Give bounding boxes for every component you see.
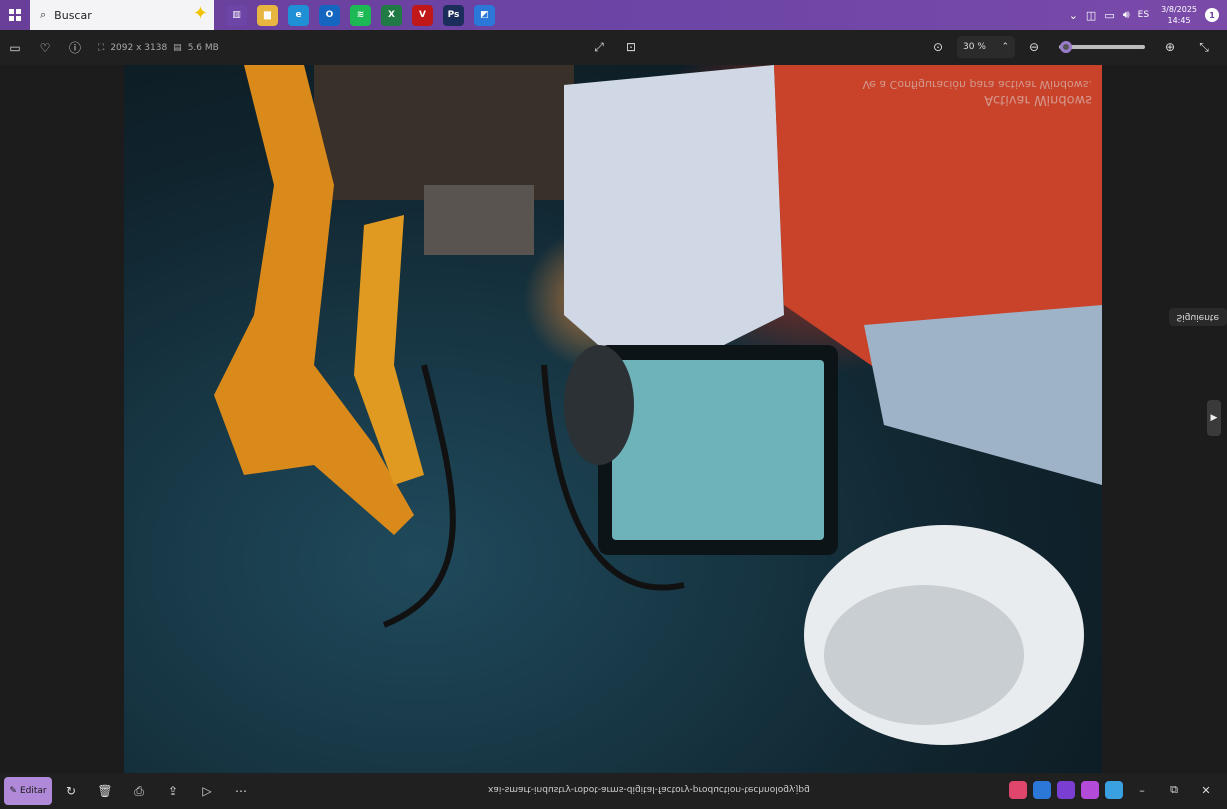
edit-tools: ↻ 🗑︎ ⎙ ⇪ ▷ ⋯ — [56, 776, 256, 806]
network-icon[interactable]: ◫ — [1086, 9, 1096, 22]
designer-icon[interactable] — [1081, 781, 1099, 799]
clipchamp-icon[interactable] — [1057, 781, 1075, 799]
viewer-toolbar: ▭ ♡ ⓘ ⛶ 2092 x 3138 ▤ 5.6 MB ⤢ ⊡ ⊙ 30 % … — [0, 30, 1227, 65]
watermark-title: Activar Windows — [984, 92, 1092, 107]
clock-date: 3/8/2025 — [1161, 5, 1197, 14]
edge-icon[interactable]: e — [288, 4, 309, 26]
close-icon[interactable]: ✕ — [1193, 777, 1219, 803]
file-name: xai-smart-industry-robot-arms-digital-fa… — [488, 784, 810, 794]
battery-icon[interactable]: ▭ — [1104, 9, 1114, 22]
copilot-icon[interactable] — [1009, 781, 1027, 799]
activation-watermark: Activar Windows Ve a Configuración para … — [862, 77, 1092, 107]
notification-badge[interactable]: 1 — [1205, 8, 1219, 22]
displayed-photo: Activar Windows Ve a Configuración para … — [124, 65, 1102, 773]
chevron-down-icon: ⌃ — [1001, 42, 1009, 52]
zoom-slider[interactable] — [1059, 41, 1145, 53]
bottom-bar: ✎ Editar ↻ 🗑︎ ⎙ ⇪ ▷ ⋯ xai-smart-industry… — [0, 773, 1227, 809]
windows-logo-icon — [9, 9, 21, 21]
vivaldi-icon[interactable]: V — [412, 4, 433, 26]
photoshop-icon[interactable]: Ps — [443, 4, 464, 26]
system-tray: ⌄ ◫ ▭ 🔊︎ ES 3/8/2025 14:45 1 — [1069, 0, 1227, 30]
spotify-icon[interactable]: ≋ — [350, 4, 371, 26]
language-indicator[interactable]: ES — [1138, 10, 1149, 20]
file-explorer-icon[interactable]: ▆ — [257, 4, 278, 26]
share-icon[interactable]: ⇪ — [158, 776, 188, 806]
glove — [564, 345, 634, 465]
machine-head — [314, 65, 574, 200]
taskbar-search[interactable]: ⌕ Buscar ✦ — [30, 0, 214, 30]
worker-arm — [864, 305, 1102, 485]
pinned-apps: ▥ ▆ e O ≋ X V Ps ◩ — [226, 4, 495, 26]
delete-icon[interactable]: 🗑︎ — [90, 776, 120, 806]
rotate-icon[interactable]: ↻ — [56, 776, 86, 806]
more-options-icon[interactable]: ⋯ — [226, 776, 256, 806]
outlook-icon[interactable]: O — [319, 4, 340, 26]
clock-time: 14:45 — [1167, 16, 1191, 25]
taskbar: ⌕ Buscar ✦ ▥ ▆ e O ≋ X V Ps ◩ ⌄ ◫ ▭ 🔊︎ ES 3/8/20… — [0, 0, 1227, 30]
fit-to-window-icon[interactable]: ⤢ — [584, 32, 614, 62]
restore-icon[interactable]: ⧉ — [1161, 777, 1187, 803]
filesize-icon: ▤ — [173, 42, 182, 53]
clock[interactable]: 3/8/2025 14:45 — [1161, 4, 1197, 26]
zoom-dropdown[interactable]: 30 % ⌃ — [957, 36, 1015, 58]
zoom-tools: ⊙ 30 % ⌃ ⊖ ⊕ ⤡ — [923, 32, 1219, 62]
dimensions-icon: ⛶ — [98, 42, 105, 53]
photo-illustration — [214, 65, 1102, 745]
actual-size-icon[interactable]: ⊡ — [616, 32, 646, 62]
slideshow-icon[interactable]: ▷ — [192, 776, 222, 806]
next-tooltip: Siguiente — [1168, 308, 1227, 326]
machine-spindle — [424, 185, 534, 255]
image-meta: ⛶ 2092 x 3138 ▤ 5.6 MB — [98, 43, 219, 53]
search-icon: ⌕ — [40, 8, 47, 21]
worker-sleeve — [564, 65, 784, 385]
image-filesize: 5.6 MB — [187, 42, 219, 53]
gallery-icon[interactable]: ▭ — [0, 33, 30, 63]
zoom-out-icon[interactable]: ⊖ — [1019, 32, 1049, 62]
bottom-right: – ⧉ ✕ — [1009, 777, 1219, 803]
zoom-slider-thumb[interactable] — [1059, 41, 1072, 53]
minimize-icon[interactable]: – — [1129, 777, 1155, 803]
photos-app-icon[interactable] — [1033, 781, 1051, 799]
next-image-button[interactable]: ▶ — [1207, 400, 1221, 436]
print-icon[interactable]: ⎙ — [124, 776, 154, 806]
search-label: Buscar — [54, 8, 92, 22]
tablet-screen — [612, 360, 824, 540]
paint-icon[interactable] — [1105, 781, 1123, 799]
watermark-subtitle: Ve a Configuración para activar Windows. — [862, 78, 1092, 91]
widgets-icon[interactable]: ▥ — [226, 4, 247, 26]
screen-capture-icon[interactable]: ⊙ — [923, 32, 953, 62]
fullscreen-icon[interactable]: ⤡ — [1189, 32, 1219, 62]
edit-label: Editar — [19, 786, 47, 796]
edit-icon: ✎ — [9, 786, 17, 796]
start-button[interactable] — [0, 0, 30, 30]
photos-icon[interactable]: ◩ — [474, 4, 495, 26]
chevron-up-icon[interactable]: ⌄ — [1069, 9, 1078, 22]
excel-icon[interactable]: X — [381, 4, 402, 26]
image-stage: Activar Windows Ve a Configuración para … — [0, 65, 1227, 773]
sparkle-icon: ✦ — [192, 3, 208, 24]
volume-icon[interactable]: 🔊︎ — [1123, 8, 1130, 22]
favorite-icon[interactable]: ♡ — [30, 33, 60, 63]
image-dimensions: 2092 x 3138 — [110, 42, 168, 53]
info-icon[interactable]: ⓘ — [60, 33, 90, 63]
edit-button[interactable]: ✎ Editar — [4, 777, 52, 805]
zoom-value: 30 % — [963, 42, 986, 52]
zoom-in-icon[interactable]: ⊕ — [1155, 32, 1185, 62]
center-tools: ⤢ ⊡ — [584, 32, 646, 62]
